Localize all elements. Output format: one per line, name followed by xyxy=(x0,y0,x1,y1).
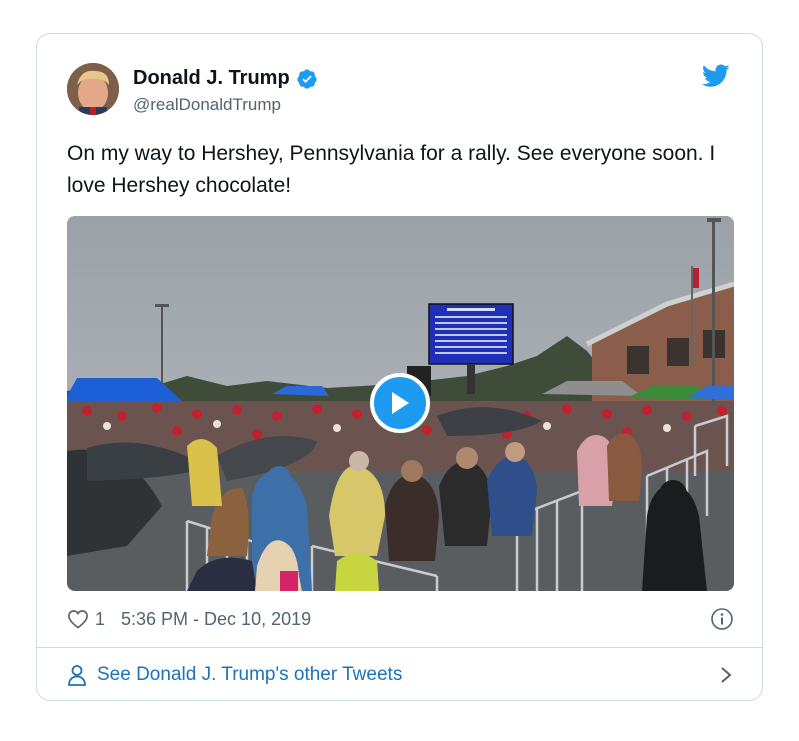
tweet-text: On my way to Hershey, Pennsylvania for a… xyxy=(67,142,716,197)
tweet-card: Donald J. Trump @realDonaldTrump On my w… xyxy=(36,33,763,701)
twitter-bird-icon[interactable] xyxy=(702,64,730,88)
see-other-tweets-link[interactable]: See Donald J. Trump's other Tweets xyxy=(67,658,734,692)
see-other-tweets-label[interactable]: See Donald J. Trump's other Tweets xyxy=(97,664,402,686)
verified-badge-icon xyxy=(297,68,317,89)
video-thumbnail[interactable] xyxy=(67,216,734,591)
author-name[interactable]: Donald J. Trump xyxy=(133,67,290,90)
chevron-right-icon[interactable] xyxy=(718,665,734,685)
footer-divider xyxy=(37,647,762,648)
heart-icon xyxy=(68,610,88,629)
avatar[interactable] xyxy=(67,63,119,115)
info-icon[interactable] xyxy=(710,607,734,631)
author-name-row[interactable]: Donald J. Trump xyxy=(133,67,318,90)
like-count: 1 xyxy=(95,608,106,629)
person-icon xyxy=(68,665,86,686)
tweet-timestamp[interactable]: 5:36 PM - Dec 10, 2019 xyxy=(121,609,311,630)
play-button[interactable] xyxy=(370,373,430,433)
play-icon xyxy=(392,392,409,414)
like-button[interactable]: 1 xyxy=(67,609,121,630)
tweet-meta-row: 1 5:36 PM - Dec 10, 2019 xyxy=(67,606,734,632)
author-handle[interactable]: @realDonaldTrump xyxy=(133,95,281,115)
